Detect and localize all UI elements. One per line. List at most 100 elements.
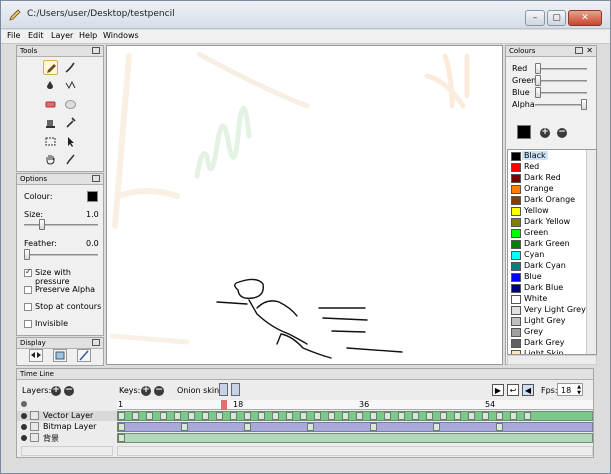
visibility-icon[interactable] <box>21 424 27 430</box>
blue-slider[interactable] <box>535 87 587 98</box>
keyframe[interactable] <box>307 423 314 431</box>
fps-spinbox[interactable]: 18 ▲ ▼ <box>557 383 583 396</box>
colour-item[interactable]: Blue <box>509 272 596 283</box>
background-layer-track[interactable] <box>117 433 593 443</box>
feather-slider[interactable] <box>24 249 98 260</box>
keyframe[interactable] <box>244 423 251 431</box>
layer-row-background[interactable]: 背景 <box>17 433 117 443</box>
keyframe[interactable] <box>188 412 195 420</box>
layers-hscrollbar[interactable] <box>21 446 113 456</box>
onion-prev-icon[interactable] <box>219 383 228 396</box>
keyframe[interactable] <box>272 412 279 420</box>
keyframe[interactable] <box>468 412 475 420</box>
keyframe[interactable] <box>230 412 237 420</box>
red-slider[interactable] <box>535 63 587 74</box>
dock-icon[interactable] <box>92 175 100 182</box>
colour-item[interactable]: Black <box>509 151 596 162</box>
maximize-button[interactable]: ▢ <box>547 10 566 26</box>
green-slider-handle[interactable] <box>535 75 541 86</box>
alpha-slider[interactable] <box>535 99 587 110</box>
keyframe[interactable] <box>300 412 307 420</box>
colour-item[interactable]: Dark Blue <box>509 283 596 294</box>
polyline-tool[interactable] <box>63 78 78 93</box>
colour-item[interactable]: Red <box>509 162 596 173</box>
keyframe[interactable] <box>412 412 419 420</box>
keyframe[interactable] <box>244 412 251 420</box>
dock-icon[interactable] <box>575 47 583 54</box>
colour-item[interactable]: Cyan <box>509 250 596 261</box>
red-slider-handle[interactable] <box>535 63 541 74</box>
keyframe[interactable] <box>398 412 405 420</box>
keyframe[interactable] <box>118 434 125 442</box>
keyframe[interactable] <box>384 412 391 420</box>
sound-icon[interactable]: ◀ <box>522 384 534 396</box>
play-button[interactable]: ▶ <box>492 384 504 396</box>
keyframe[interactable] <box>216 412 223 420</box>
keyframe[interactable] <box>496 412 503 420</box>
colour-item[interactable]: Dark Green <box>509 239 596 250</box>
dock-icon[interactable] <box>92 47 100 54</box>
colour-item[interactable]: Dark Cyan <box>509 261 596 272</box>
pencil-tool[interactable] <box>43 60 58 75</box>
fps-spin-arrows[interactable]: ▲ ▼ <box>577 384 581 396</box>
flip-horizontal-button[interactable] <box>29 349 43 362</box>
keyframe[interactable] <box>258 412 265 420</box>
green-slider[interactable] <box>535 75 587 86</box>
bucket-colour-tool[interactable] <box>43 115 58 130</box>
visibility-icon[interactable] <box>21 413 27 419</box>
preview-display-button[interactable] <box>53 349 67 362</box>
remove-layer-icon[interactable]: − <box>64 386 74 396</box>
keyframe[interactable] <box>426 412 433 420</box>
close-button[interactable]: ✕ <box>568 10 602 26</box>
keyframe[interactable] <box>342 412 349 420</box>
fill-bucket-tool[interactable] <box>43 78 58 93</box>
keyframe[interactable] <box>202 412 209 420</box>
add-key-icon[interactable]: + <box>141 386 151 396</box>
keyframe[interactable] <box>118 423 125 431</box>
visibility-icon[interactable] <box>21 435 27 441</box>
frame-ruler[interactable]: 1 18 36 54 <box>117 400 593 410</box>
feather-slider-handle[interactable] <box>24 249 30 260</box>
layer-row-vector[interactable]: Vector Layer <box>17 411 117 421</box>
keyframe[interactable] <box>433 423 440 431</box>
keyframe[interactable] <box>370 423 377 431</box>
size-slider-handle[interactable] <box>39 219 45 230</box>
keyframe[interactable] <box>181 423 188 431</box>
playhead[interactable] <box>221 400 227 410</box>
colour-item[interactable]: Yellow <box>509 206 596 217</box>
drawing-canvas[interactable] <box>106 45 503 365</box>
keyframe[interactable] <box>356 412 363 420</box>
keyframe[interactable] <box>496 423 503 431</box>
colour-item[interactable]: Grey <box>509 327 596 338</box>
keyframe[interactable] <box>328 412 335 420</box>
colour-item[interactable]: Light Grey <box>509 316 596 327</box>
select-tool[interactable] <box>43 134 58 149</box>
colour-list[interactable]: Black Red Dark Red Orange Dark Orange Yellow D… <box>507 149 597 355</box>
keyframe[interactable] <box>286 412 293 420</box>
keyframe[interactable] <box>440 412 447 420</box>
add-layer-icon[interactable]: + <box>51 386 61 396</box>
eyedropper-tool[interactable] <box>63 115 78 130</box>
colour-item[interactable]: White <box>509 294 596 305</box>
colour-item[interactable]: Orange <box>509 184 596 195</box>
colour-list-scrollbar[interactable] <box>586 150 596 354</box>
menu-help[interactable]: Help <box>79 31 97 40</box>
menu-edit[interactable]: Edit <box>28 31 44 40</box>
keyframe[interactable] <box>510 412 517 420</box>
invisible-checkbox[interactable] <box>24 320 32 328</box>
close-panel-icon[interactable]: ✕ <box>586 46 593 55</box>
layer-row-bitmap[interactable]: Bitmap Layer <box>17 422 117 432</box>
keyframe[interactable] <box>454 412 461 420</box>
keyframe[interactable] <box>524 412 531 420</box>
visibility-all-icon[interactable] <box>21 401 27 407</box>
preserve-alpha-checkbox[interactable] <box>24 286 32 294</box>
colour-item[interactable]: Dark Red <box>509 173 596 184</box>
size-with-pressure-checkbox[interactable] <box>24 267 32 277</box>
stop-at-contours-checkbox[interactable] <box>24 303 32 311</box>
minimize-button[interactable]: – <box>525 10 545 26</box>
remove-colour-icon[interactable]: − <box>557 128 567 138</box>
thin-lines-button[interactable] <box>77 349 91 362</box>
smudge-tool[interactable] <box>63 97 78 112</box>
keyframe[interactable] <box>370 412 377 420</box>
keyframe[interactable] <box>314 412 321 420</box>
